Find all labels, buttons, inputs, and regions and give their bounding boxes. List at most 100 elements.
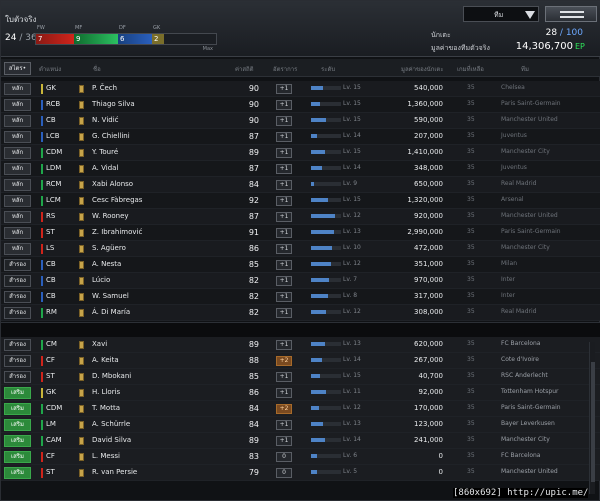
table-row[interactable]: สำรอง ST D. Mbokani 85 +1 Lv. 15 40,700 35 RSC A… xyxy=(1,369,600,385)
player-name[interactable]: W. Samuel xyxy=(92,292,129,300)
table-row[interactable]: หลัก CB N. Vidić 90 +1 Lv. 15 590,000 35 Manches… xyxy=(1,113,600,129)
table-row[interactable]: เสริม GK H. Lloris 86 +1 Lv. 11 92,000 35 Totten… xyxy=(1,385,600,401)
table-row[interactable]: เสริม LM A. Schürrle 84 +1 Lv. 13 123,000 35 Bay… xyxy=(1,417,600,433)
training-button[interactable]: +1 xyxy=(276,276,292,286)
training-button[interactable]: +1 xyxy=(276,244,292,254)
training-button[interactable]: +1 xyxy=(276,180,292,190)
role-button[interactable]: เสริม xyxy=(4,387,31,399)
menu-button[interactable] xyxy=(545,6,597,22)
table-row[interactable]: สำรอง CB W. Samuel 82 +1 Lv. 8 317,000 35 Inter xyxy=(1,289,600,305)
role-button[interactable]: สำรอง xyxy=(4,259,31,271)
table-row[interactable]: สำรอง RM Á. Di María 82 +1 Lv. 12 308,000 35 Rea… xyxy=(1,305,600,321)
player-name[interactable]: H. Lloris xyxy=(92,388,120,396)
player-name[interactable]: W. Rooney xyxy=(92,212,129,220)
training-button[interactable]: +1 xyxy=(276,292,292,302)
role-button[interactable]: เสริม xyxy=(4,451,31,463)
role-button[interactable]: หลัก xyxy=(4,147,31,159)
player-name[interactable]: Lúcio xyxy=(92,276,110,284)
role-button[interactable]: หลัก xyxy=(4,227,31,239)
training-button[interactable]: +1 xyxy=(276,420,292,430)
player-name[interactable]: David Silva xyxy=(92,436,131,444)
col-value[interactable]: มูลค่าของนักเตะ xyxy=(401,64,444,74)
table-row[interactable]: เสริม CDM T. Motta 84 +2 Lv. 12 170,000 35 Paris… xyxy=(1,401,600,417)
role-button[interactable]: เสริม xyxy=(4,467,31,479)
player-name[interactable]: Xabi Alonso xyxy=(92,180,133,188)
training-button[interactable]: +1 xyxy=(276,132,292,142)
training-button[interactable]: +1 xyxy=(276,308,292,318)
col-position[interactable]: ตำแหน่ง xyxy=(39,64,61,74)
training-button[interactable]: +1 xyxy=(276,164,292,174)
table-row[interactable]: เสริม CF L. Messi 83 0 Lv. 6 0 35 FC Barcelona xyxy=(1,449,600,465)
role-button[interactable]: สำรอง xyxy=(4,355,31,367)
training-button[interactable]: +1 xyxy=(276,148,292,158)
col-rating[interactable]: ค่าสถิติ xyxy=(235,64,254,74)
role-button[interactable]: หลัก xyxy=(4,99,31,111)
player-name[interactable]: R. van Persie xyxy=(92,468,137,476)
table-row[interactable]: หลัก ST Z. Ibrahimović 91 +1 Lv. 13 2,990,000 3… xyxy=(1,225,600,241)
player-name[interactable]: P. Čech xyxy=(92,84,117,92)
player-name[interactable]: Xavi xyxy=(92,340,107,348)
training-button[interactable]: +1 xyxy=(276,372,292,382)
table-row[interactable]: เสริม CAM David Silva 89 +1 Lv. 14 241,000 35 Ma… xyxy=(1,433,600,449)
col-team[interactable]: ทีม xyxy=(521,64,529,74)
table-row[interactable]: หลัก RCM Xabi Alonso 84 +1 Lv. 9 650,000 35 Real… xyxy=(1,177,600,193)
role-button[interactable]: หลัก xyxy=(4,163,31,175)
training-button[interactable]: +1 xyxy=(276,340,292,350)
role-button[interactable]: สำรอง xyxy=(4,291,31,303)
player-name[interactable]: Cesc Fàbregas xyxy=(92,196,142,204)
training-button[interactable]: +1 xyxy=(276,84,292,94)
role-button[interactable]: สำรอง xyxy=(4,307,31,319)
player-name[interactable]: Á. Di María xyxy=(92,308,130,316)
table-row[interactable]: หลัก RCB Thiago Silva 90 +1 Lv. 15 1,360,000 35… xyxy=(1,97,600,113)
player-name[interactable]: A. Schürrle xyxy=(92,420,130,428)
table-row[interactable]: สำรอง CB A. Nesta 85 +1 Lv. 12 351,000 35 Milan xyxy=(1,257,600,273)
training-button[interactable]: +2 xyxy=(276,356,292,366)
player-name[interactable]: D. Mbokani xyxy=(92,372,131,380)
col-level[interactable]: ระดับ xyxy=(321,64,335,74)
role-button[interactable]: หลัก xyxy=(4,131,31,143)
role-button[interactable]: หลัก xyxy=(4,83,31,95)
player-name[interactable]: T. Motta xyxy=(92,404,120,412)
role-button[interactable]: หลัก xyxy=(4,195,31,207)
role-button[interactable]: หลัก xyxy=(4,115,31,127)
role-button[interactable]: สำรอง xyxy=(4,275,31,287)
player-name[interactable]: Thiago Silva xyxy=(92,100,135,108)
role-button[interactable]: สำรอง xyxy=(4,339,31,351)
table-row[interactable]: หลัก RS W. Rooney 87 +1 Lv. 12 920,000 35 Manche… xyxy=(1,209,600,225)
role-button[interactable]: สำรอง xyxy=(4,371,31,383)
player-name[interactable]: A. Vidal xyxy=(92,164,118,172)
player-name[interactable]: G. Chiellini xyxy=(92,132,130,140)
training-button[interactable]: +1 xyxy=(276,228,292,238)
role-button[interactable]: เสริม xyxy=(4,435,31,447)
training-button[interactable]: +1 xyxy=(276,212,292,222)
table-row[interactable]: สำรอง CM Xavi 89 +1 Lv. 13 620,000 35 FC Barcelo… xyxy=(1,337,600,353)
player-name[interactable]: A. Keita xyxy=(92,356,119,364)
table-row[interactable]: หลัก LS S. Agüero 86 +1 Lv. 10 472,000 35 Manche… xyxy=(1,241,600,257)
col-training[interactable]: อัตราการ xyxy=(273,64,297,74)
training-button[interactable]: 0 xyxy=(276,468,292,478)
training-button[interactable]: +1 xyxy=(276,100,292,110)
table-row[interactable]: หลัก GK P. Čech 90 +1 Lv. 15 540,000 35 Chelsea xyxy=(1,81,600,97)
sort-button[interactable]: สไตร• xyxy=(4,62,31,75)
training-button[interactable]: +1 xyxy=(276,388,292,398)
training-button[interactable]: +2 xyxy=(276,404,292,414)
col-name[interactable]: ชื่อ xyxy=(93,64,101,74)
player-name[interactable]: L. Messi xyxy=(92,452,120,460)
role-button[interactable]: เสริม xyxy=(4,403,31,415)
scrollbar[interactable] xyxy=(589,342,595,494)
training-button[interactable]: +1 xyxy=(276,116,292,126)
table-row[interactable]: หลัก CDM Y. Touré 89 +1 Lv. 15 1,410,000 35 Manc… xyxy=(1,145,600,161)
role-button[interactable]: หลัก xyxy=(4,179,31,191)
table-row[interactable]: สำรอง CF A. Keita 88 +2 Lv. 14 267,000 35 Cote d… xyxy=(1,353,600,369)
col-games-left[interactable]: เกมที่เหลือ xyxy=(457,64,484,74)
role-button[interactable]: เสริม xyxy=(4,419,31,431)
role-button[interactable]: หลัก xyxy=(4,211,31,223)
training-button[interactable]: +1 xyxy=(276,436,292,446)
player-name[interactable]: S. Agüero xyxy=(92,244,126,252)
training-button[interactable]: 0 xyxy=(276,452,292,462)
player-name[interactable]: Y. Touré xyxy=(92,148,118,156)
table-row[interactable]: หลัก LCB G. Chiellini 87 +1 Lv. 14 207,000 35 Ju… xyxy=(1,129,600,145)
player-name[interactable]: N. Vidić xyxy=(92,116,119,124)
training-button[interactable]: +1 xyxy=(276,196,292,206)
training-button[interactable]: +1 xyxy=(276,260,292,270)
